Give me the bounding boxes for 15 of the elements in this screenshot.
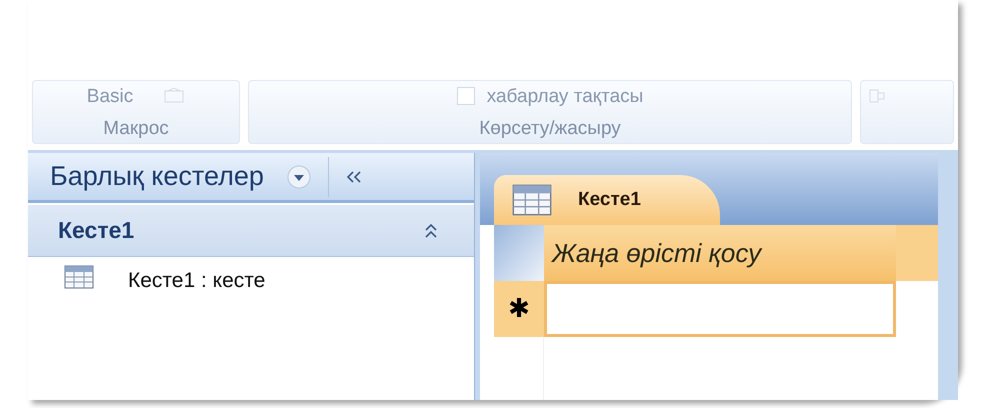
new-record-cell[interactable] <box>544 281 896 337</box>
dropdown-icon[interactable] <box>286 164 312 190</box>
group-label: Көрсету/жасыру <box>479 117 621 141</box>
column-header[interactable]: Жаңа өрісті қосу <box>544 225 896 281</box>
collapse-chevron-icon[interactable] <box>424 222 438 238</box>
group-label: Макрос <box>103 117 169 141</box>
collapse-icon[interactable] <box>344 168 363 184</box>
nav-item[interactable]: Кесте1 : кесте <box>28 257 474 305</box>
group-header[interactable]: Кесте1 <box>28 205 474 257</box>
window-icon <box>163 88 186 104</box>
table-icon <box>64 265 94 289</box>
new-record-marker: ✱ <box>494 281 544 337</box>
document-tab[interactable]: Кесте1 <box>494 175 720 225</box>
table-icon <box>512 182 552 218</box>
pane-title[interactable]: Барлық кестелер <box>50 163 264 190</box>
